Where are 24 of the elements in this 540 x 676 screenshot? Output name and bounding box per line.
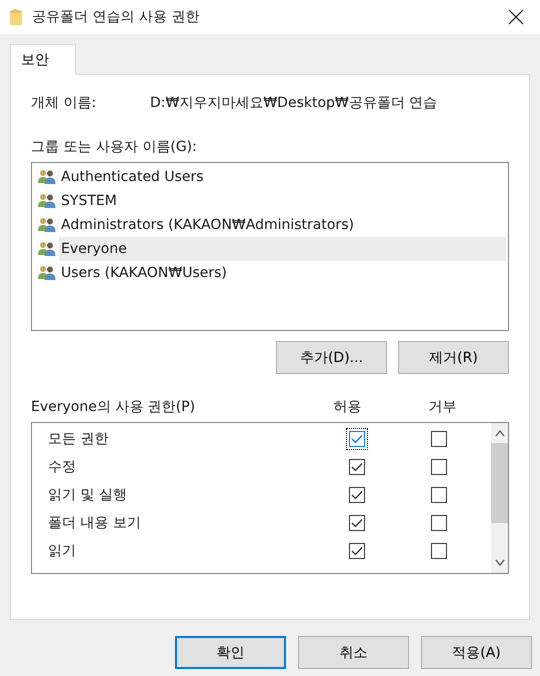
permission-name: 폴더 내용 보기 [48, 514, 142, 532]
dialog-button[interactable]: 취소 [298, 636, 409, 669]
list-item[interactable]: SYSTEM [59, 189, 506, 213]
groups-label: 그룹 또는 사용자 이름(G): [31, 138, 198, 156]
dialog-button[interactable]: 확인 [175, 636, 286, 669]
list-item[interactable]: Authenticated Users [59, 165, 506, 189]
permission-name: 읽기 [48, 542, 77, 560]
permission-name: 수정 [48, 458, 77, 476]
object-name-value: D:₩지우지마세요₩Desktop₩공유폴더 연습 [150, 94, 438, 112]
action-button[interactable]: 제거(R) [398, 341, 509, 374]
list-item[interactable]: Administrators (KAKAON₩Administrators) [59, 213, 506, 237]
tab[interactable]: 보안 [10, 44, 76, 75]
window-title: 공유폴더 연습의 사용 권한 [32, 8, 200, 26]
action-button[interactable]: 추가(D)... [276, 341, 387, 374]
list-item[interactable]: Everyone [59, 237, 506, 261]
permissions-label: Everyone의 사용 권한(P) [31, 398, 196, 416]
list-item[interactable]: Users (KAKAON₩Users) [59, 261, 506, 285]
dialog-button[interactable]: 적용(A) [421, 636, 532, 669]
permission-name: 읽기 및 실행 [48, 486, 128, 504]
object-name-label: 개체 이름: [31, 94, 98, 112]
users-list[interactable]: Authenticated Users SYSTEM Administrators (KAKAON₩Administrators) Everyone Users (KAKAON₩Users) [31, 162, 509, 331]
permission-name: 모든 권한 [48, 430, 110, 448]
deny-header: 거부 [427, 398, 458, 416]
allow-header: 허용 [332, 398, 362, 416]
